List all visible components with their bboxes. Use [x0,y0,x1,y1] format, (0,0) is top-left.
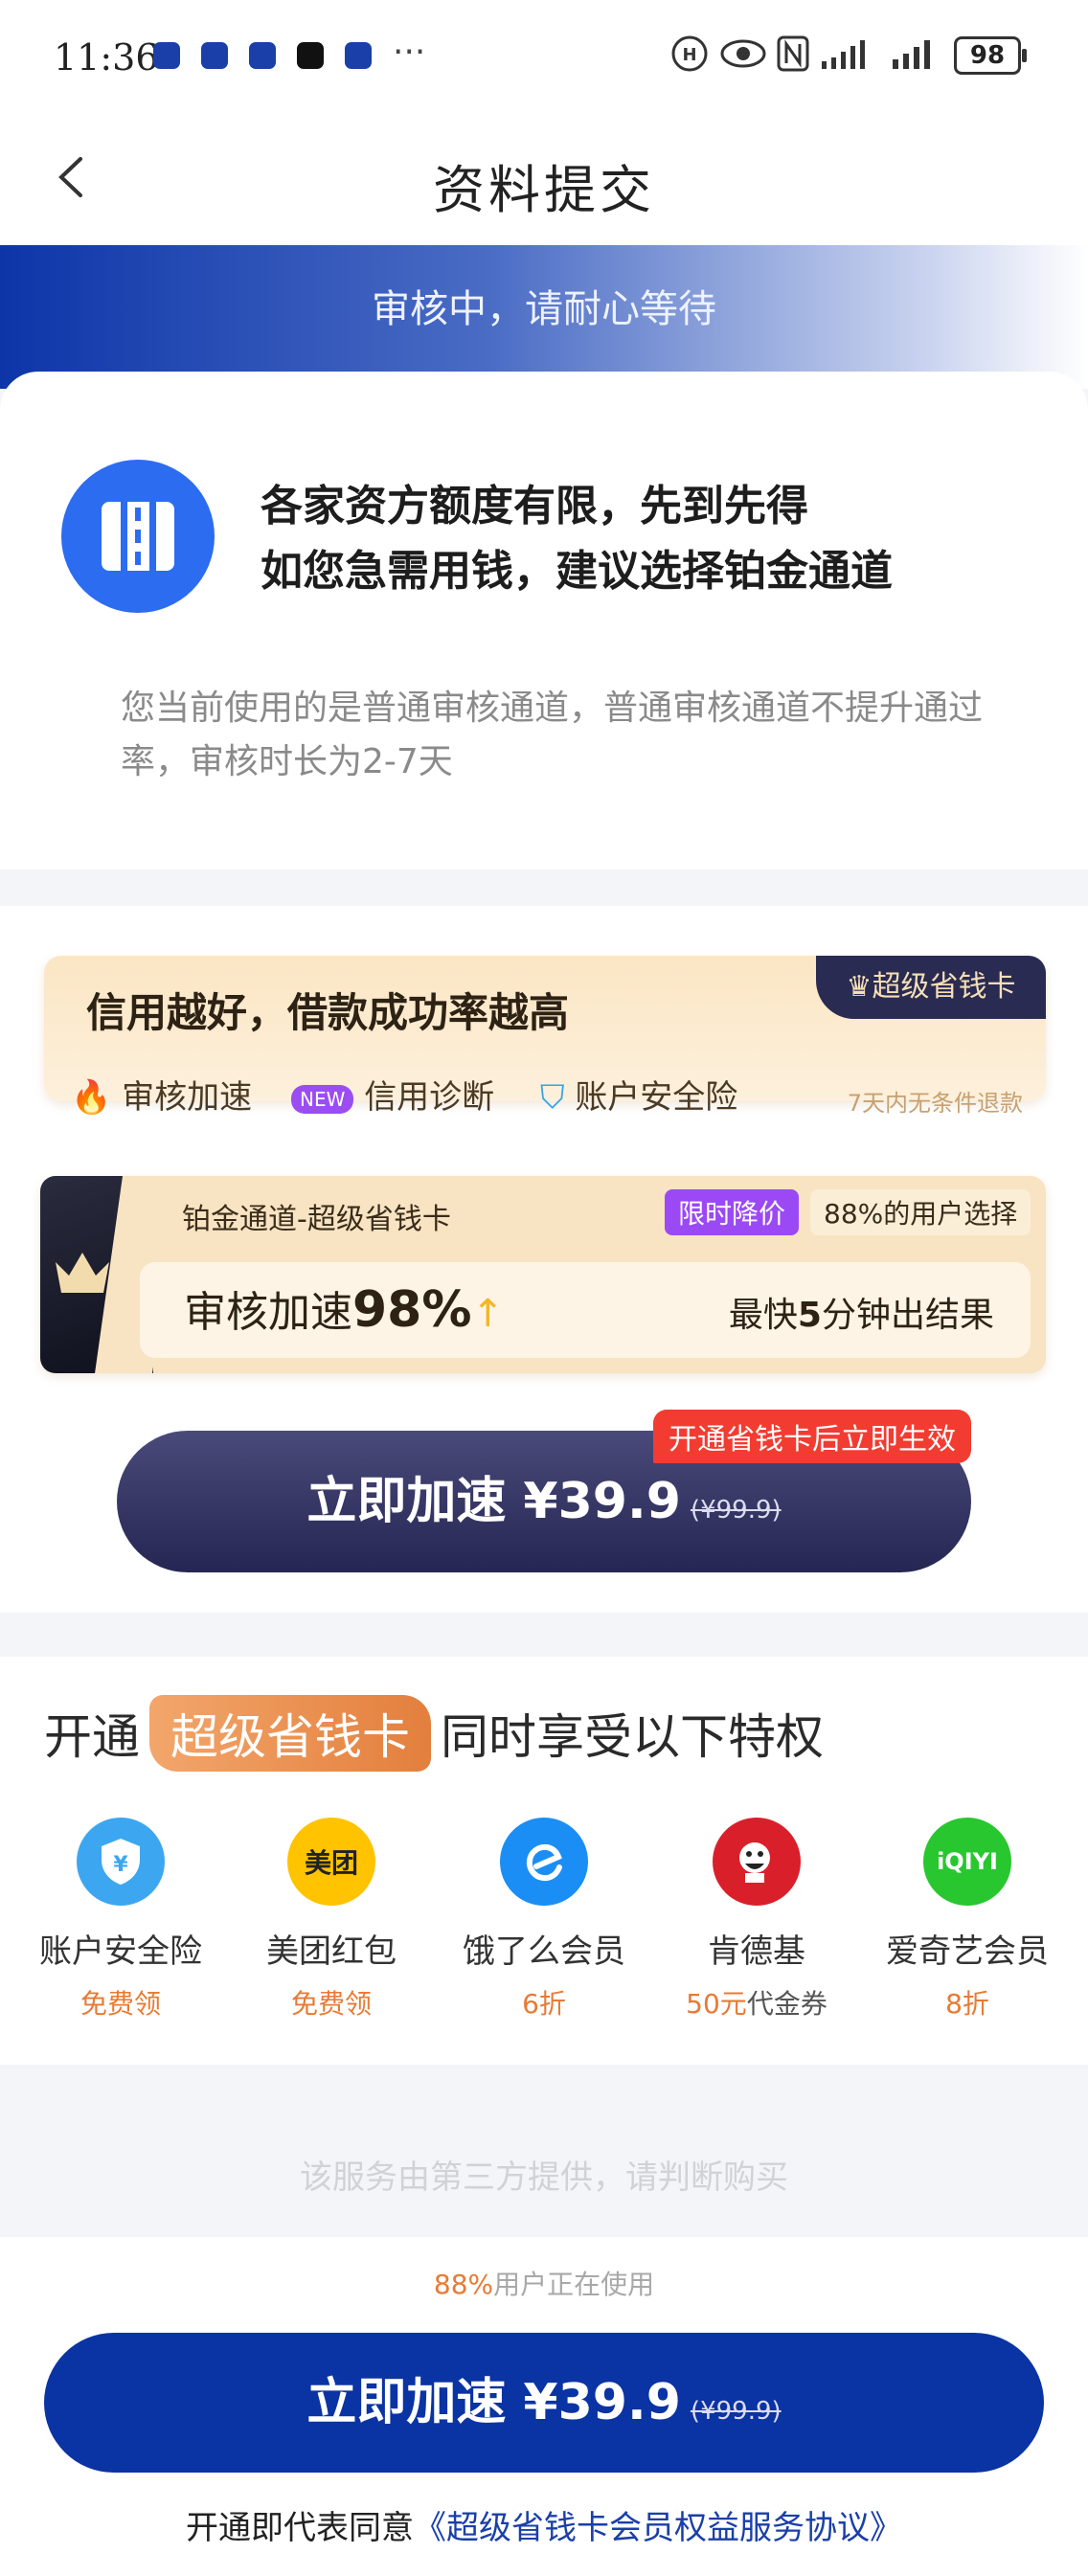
privilege-benefit: 50元代金券 [661,1983,852,2022]
arrow-up-icon: ↑ [471,1292,504,1336]
speed-up-label: 立即加速 ¥39.9 [306,1473,681,1530]
app-notification-icon [345,42,372,69]
channel-title: 铂金通道-超级省钱卡 [182,1203,451,1236]
info-description: 您当前使用的是普通审核通道，普通审核通道不提升通过率，审核时长为2-7天 [121,689,984,781]
fire-icon: 🔥 [71,1078,112,1117]
more-notifications-icon: ··· [393,33,426,72]
main-original-price: (¥99.9) [690,2397,782,2426]
crown-icon: ♛ [846,970,873,1004]
fast-prefix: 最快 [728,1296,798,1335]
shield-icon: ¥ [77,1818,165,1906]
info-card: 各家资方额度有限，先到先得 如您急需用钱，建议选择铂金通道 您当前使用的是普通审… [0,372,1088,870]
privileges-heading: 开通 超级省钱卡 同时享受以下特权 [44,1695,824,1772]
privilege-name: 爱奇艺会员 [886,1932,1049,1971]
crown-icon [40,1176,153,1373]
hd-icon: H [671,35,708,72]
new-tag: NEW [291,1084,354,1114]
feature-account-insurance: ⛉ 账户安全险 [540,1071,737,1118]
feature-label: 账户安全险 [575,1078,738,1117]
heading-suffix: 同时享受以下特权 [441,1709,824,1765]
privilege-kfc[interactable]: 肯德基 50元代金券 [661,1818,852,2022]
original-price: (¥99.9) [690,1496,782,1525]
vip-badge-label: 超级省钱卡 [872,970,1016,1004]
speed-value: 98% [352,1281,472,1339]
privilege-iqiyi[interactable]: iQIYI 爱奇艺会员 8折 [872,1818,1063,2022]
users-using-text: 88%用户正在使用 [0,2264,1088,2302]
kfc-icon [713,1818,801,1906]
privileges-section: 开通 超级省钱卡 同时享受以下特权 ¥ 账户安全险 免费领 美团 美团红包 免费领 … [0,1657,1088,2065]
privilege-meituan[interactable]: 美团 美团红包 免费领 [236,1818,427,2022]
shield-icon: ⛉ [540,1078,565,1117]
privilege-account-insurance[interactable]: ¥ 账户安全险 免费领 [25,1818,216,2022]
privilege-benefit: 8折 [945,1988,989,2020]
nav-bar: 资料提交 [0,115,1088,245]
feature-review-speed: 🔥 审核加速 [71,1071,252,1118]
review-status-text: 审核中，请耐心等待 [372,287,716,331]
status-time: 11:36 [54,36,159,79]
refund-note: 7天内无条件退款 [847,1090,1023,1117]
vip-title: 信用越好，借款成功率越高 [86,989,570,1036]
vip-benefits-card: ♛超级省钱卡 信用越好，借款成功率越高 🔥 审核加速 NEW 信用诊断 ⛉ 账户… [44,956,1046,1117]
users-pct: 88% [433,2269,494,2300]
privilege-benefit: 6折 [522,1988,566,2020]
privilege-name: 美团红包 [266,1932,397,1971]
main-speed-up-button[interactable]: 立即加速 ¥39.9 (¥99.9) [44,2333,1044,2473]
main-button-label: 立即加速 ¥39.9 [306,2374,681,2431]
signal-icon [893,40,930,69]
feature-label: 审核加速 [122,1078,253,1117]
privilege-benefit: 免费领 [290,1988,372,2020]
privilege-benefit: 免费领 [79,1988,161,2020]
eye-icon [720,39,766,68]
page-title: 资料提交 [433,160,655,220]
info-headline: 各家资方额度有限，先到先得 [261,482,808,531]
heading-pill: 超级省钱卡 [149,1695,431,1772]
agreement-link[interactable]: 《超级省钱卡会员权益服务协议》 [414,2509,902,2547]
effect-tag: 开通省钱卡后立即生效 [653,1410,971,1463]
meituan-icon: 美团 [287,1818,375,1906]
app-notification-icon [201,42,228,69]
agreement-text: 开通即代表同意《超级省钱卡会员权益服务协议》 [0,2501,1088,2548]
speed-label: 审核加速 [184,1288,352,1337]
upgrade-plan-section: ♛超级省钱卡 信用越好，借款成功率越高 🔥 审核加速 NEW 信用诊断 ⛉ 账户… [0,906,1088,1613]
agree-prefix: 开通即代表同意 [186,2509,414,2547]
privilege-eleme[interactable]: 饿了么会员 6折 [448,1818,640,2022]
privilege-name: 饿了么会员 [463,1932,625,1971]
svg-text:¥: ¥ [113,1853,128,1877]
platinum-channel-card[interactable]: 铂金通道-超级省钱卡 限时降价 88%的用户选择 审核加速98%↑ 最快5分钟出… [40,1176,1046,1373]
nfc-icon [777,35,809,72]
channel-speed-box: 审核加速98%↑ 最快5分钟出结果 [140,1262,1031,1358]
voucher-label: 代金券 [746,1988,827,2020]
signal-icon [822,40,865,69]
fastest-result: 最快5分钟出结果 [729,1287,994,1337]
feature-credit-diagnosis: NEW 信用诊断 [291,1071,494,1118]
app-notification-icon [153,42,180,69]
fast-suffix: 分钟出结果 [821,1296,994,1335]
status-bar: 11:36 ··· H 98 [0,0,1088,115]
fast-minutes: 5 [797,1296,822,1335]
users-choice-tag: 88%的用户选择 [810,1189,1031,1235]
feature-label: 信用诊断 [364,1078,495,1117]
footer-bar: 88%用户正在使用 立即加速 ¥39.9 (¥99.9) 开通即代表同意《超级省钱… [0,2237,1088,2576]
tiktok-notification-icon [297,42,324,69]
svg-text:H: H [682,45,696,65]
privilege-name: 账户安全险 [39,1932,202,1971]
iqiyi-icon: iQIYI [923,1818,1011,1906]
eleme-icon [500,1818,588,1906]
voucher-amount: 50元 [686,1988,747,2020]
privilege-name: 肯德基 [708,1932,805,1971]
vip-badge: ♛超级省钱卡 [816,956,1046,1019]
battery-indicator: 98 [954,36,1027,75]
info-headline-2: 如您急需用钱，建议选择铂金通道 [261,547,893,596]
third-party-notice: 该服务由第三方提供，请判断购买 [300,2158,788,2197]
review-status-banner: 审核中，请耐心等待 [0,245,1088,389]
road-icon [61,460,215,613]
heading-prefix: 开通 [44,1709,140,1765]
app-notification-icon [249,42,276,69]
speed-rate: 审核加速98%↑ [184,1277,504,1339]
limited-sale-tag: 限时降价 [665,1189,800,1235]
users-text: 用户正在使用 [493,2269,655,2300]
